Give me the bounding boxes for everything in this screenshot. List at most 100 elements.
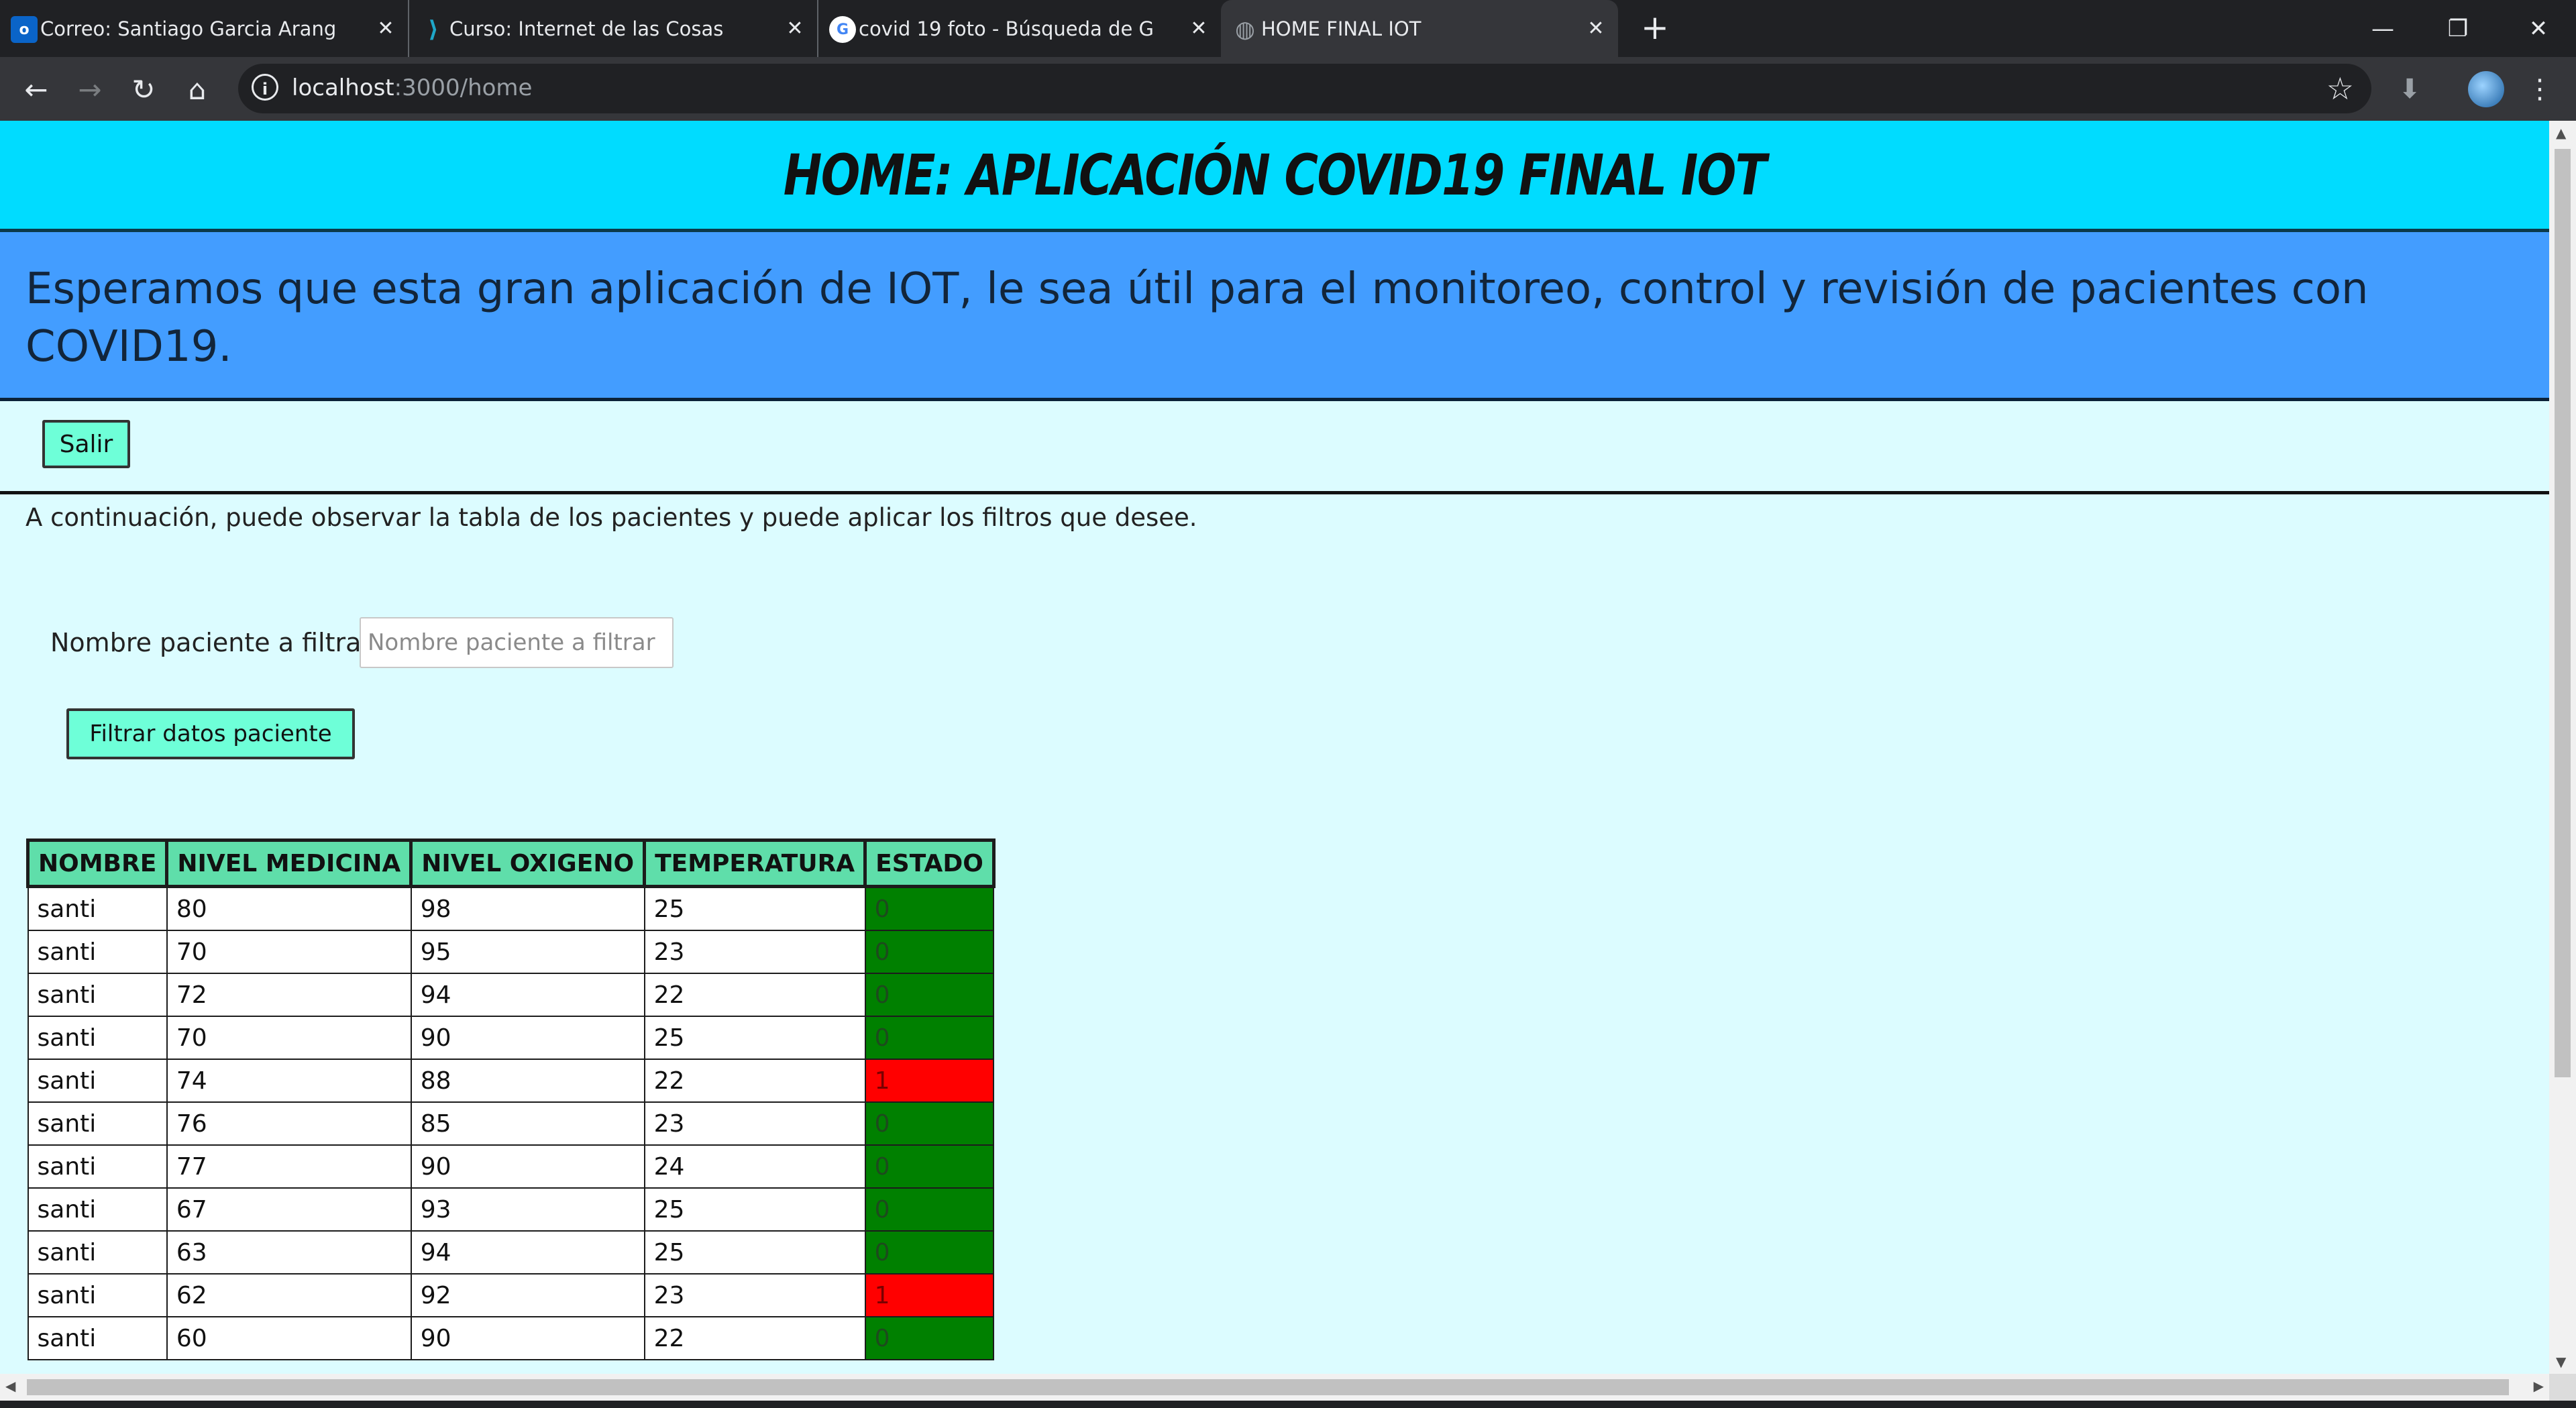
cell-estado: 0 [864, 1016, 995, 1060]
scrollbar-corner [2549, 1374, 2576, 1401]
vertical-scrollbar[interactable]: ▲ ▼ [2549, 121, 2576, 1374]
scroll-right-icon[interactable]: ▶ [2534, 1378, 2544, 1394]
cell-nivel-oxigeno: 95 [410, 930, 645, 974]
cell-temperatura: 25 [643, 1230, 866, 1275]
browser-toolbar: ← → ↻ ⌂ i localhost:3000/home ☆ ⬇ ⋮ [0, 57, 2576, 121]
menu-icon[interactable]: ⋮ [2518, 68, 2561, 111]
profile-avatar[interactable] [2465, 68, 2508, 111]
cell-nivel-oxigeno: 94 [410, 1230, 645, 1275]
table-row: santi 60 90 22 0 [27, 1316, 995, 1360]
new-tab-button[interactable]: + [1637, 11, 1673, 47]
table-row: santi 72 94 22 0 [27, 973, 995, 1017]
cell-nombre: santi [27, 1059, 168, 1103]
scroll-up-icon[interactable]: ▲ [2556, 125, 2566, 141]
cell-estado: 0 [864, 1230, 995, 1275]
close-icon[interactable]: ✕ [1585, 17, 1607, 40]
column-header-nivel-oxigeno: NIVEL OXIGENO [409, 838, 647, 888]
cell-temperatura: 25 [643, 885, 866, 931]
cell-nombre: santi [27, 930, 168, 974]
table-header-row: NOMBRE NIVEL MEDICINA NIVEL OXIGENO TEMP… [25, 838, 996, 888]
cell-estado: 0 [864, 1144, 995, 1189]
tab-title: HOME FINAL IOT [1261, 17, 1421, 40]
lead-text: A continuación, puede observar la tabla … [25, 503, 1197, 532]
cell-nivel-medicina: 62 [166, 1273, 412, 1317]
vertical-scroll-thumb[interactable] [2555, 149, 2571, 1077]
cell-estado: 1 [864, 1273, 995, 1317]
scroll-down-icon[interactable]: ▼ [2556, 1354, 2566, 1370]
table-row: santi 74 88 22 1 [27, 1059, 995, 1103]
column-header-estado: ESTADO [863, 838, 996, 888]
cell-estado: 0 [864, 885, 995, 931]
cell-estado: 0 [864, 973, 995, 1017]
page-title: HOME: APLICACIÓN COVID19 FINAL IOT [783, 142, 1767, 208]
cell-nivel-medicina: 60 [166, 1316, 412, 1360]
intro-text: Esperamos que esta gran aplicación de IO… [25, 264, 2369, 372]
restore-icon[interactable]: ❐ [2420, 0, 2496, 57]
cell-temperatura: 23 [643, 1101, 866, 1146]
cell-nivel-oxigeno: 90 [410, 1144, 645, 1189]
cell-temperatura: 24 [643, 1144, 866, 1189]
cell-nivel-oxigeno: 98 [410, 885, 645, 931]
download-icon[interactable]: ⬇ [2388, 68, 2431, 111]
cell-nivel-oxigeno: 90 [410, 1016, 645, 1060]
table-row: santi 63 94 25 0 [27, 1230, 995, 1275]
cell-nombre: santi [27, 973, 168, 1017]
site-info-icon[interactable]: i [252, 74, 278, 101]
cell-nombre: santi [27, 1016, 168, 1060]
tab-home-final-iot[interactable]: ◍ HOME FINAL IOT ✕ [1221, 0, 1618, 57]
horizontal-scroll-thumb[interactable] [27, 1379, 2509, 1395]
tab-google[interactable]: G covid 19 foto - Búsqueda de Goo ✕ [818, 0, 1221, 57]
cell-nombre: santi [27, 1230, 168, 1275]
cell-temperatura: 22 [643, 1316, 866, 1360]
cell-nombre: santi [27, 1273, 168, 1317]
cell-nivel-medicina: 72 [166, 973, 412, 1017]
url-text: localhost:3000/home [292, 74, 532, 101]
patient-name-filter-input[interactable] [360, 617, 674, 668]
divider [0, 491, 2549, 494]
cell-nivel-medicina: 74 [166, 1059, 412, 1103]
address-bar[interactable]: i localhost:3000/home ☆ [238, 64, 2371, 113]
reload-icon[interactable]: ↻ [122, 68, 165, 111]
horizontal-scrollbar[interactable]: ◀ ▶ [0, 1374, 2549, 1401]
salir-button[interactable]: Salir [42, 420, 130, 468]
cell-temperatura: 25 [643, 1016, 866, 1060]
cell-nivel-oxigeno: 93 [410, 1187, 645, 1232]
cell-nivel-medicina: 70 [166, 1016, 412, 1060]
back-icon[interactable]: ← [15, 68, 58, 111]
forward-icon[interactable]: → [68, 68, 111, 111]
cell-nivel-medicina: 77 [166, 1144, 412, 1189]
tab-title: covid 19 foto - Búsqueda de Goo [859, 17, 1154, 40]
globe-icon: ◍ [1235, 16, 1255, 43]
close-icon[interactable]: ✕ [374, 17, 397, 40]
taskbar-edge [0, 1401, 2576, 1408]
cell-nivel-oxigeno: 94 [410, 973, 645, 1017]
avatar [2468, 71, 2504, 107]
bookmark-star-icon[interactable]: ☆ [2326, 70, 2354, 107]
url-host: localhost [292, 74, 394, 101]
outlook-icon: o [11, 16, 38, 43]
cell-estado: 0 [864, 1101, 995, 1146]
filter-patient-button[interactable]: Filtrar datos paciente [66, 708, 355, 759]
cell-nombre: santi [27, 1101, 168, 1146]
close-icon[interactable]: ✕ [784, 17, 806, 40]
intro-banner: Esperamos que esta gran aplicación de IO… [0, 232, 2549, 401]
tab-title: Curso: Internet de las Cosas [449, 17, 724, 40]
google-icon: G [829, 16, 856, 43]
table-row: santi 67 93 25 0 [27, 1187, 995, 1232]
minimize-icon[interactable]: — [2345, 0, 2420, 57]
scroll-left-icon[interactable]: ◀ [5, 1378, 15, 1394]
table-row: santi 76 85 23 0 [27, 1101, 995, 1146]
close-icon[interactable]: ✕ [1187, 17, 1210, 40]
cell-nombre: santi [27, 1144, 168, 1189]
window-close-icon[interactable]: ✕ [2501, 0, 2576, 57]
tab-curso[interactable]: ⟩ Curso: Internet de las Cosas ✕ [409, 0, 818, 57]
course-icon: ⟩ [428, 16, 439, 43]
cell-nombre: santi [27, 1316, 168, 1360]
tab-correo[interactable]: o Correo: Santiago Garcia Arango - ✕ [0, 0, 409, 57]
table-body: santi 80 98 25 0 santi 70 95 23 0 santi 72 94 22 0 sant… [27, 885, 995, 1360]
home-icon[interactable]: ⌂ [176, 68, 219, 111]
cell-nivel-oxigeno: 88 [410, 1059, 645, 1103]
table-row: santi 70 95 23 0 [27, 930, 995, 974]
cell-nombre: santi [27, 885, 168, 931]
cell-nivel-medicina: 67 [166, 1187, 412, 1232]
